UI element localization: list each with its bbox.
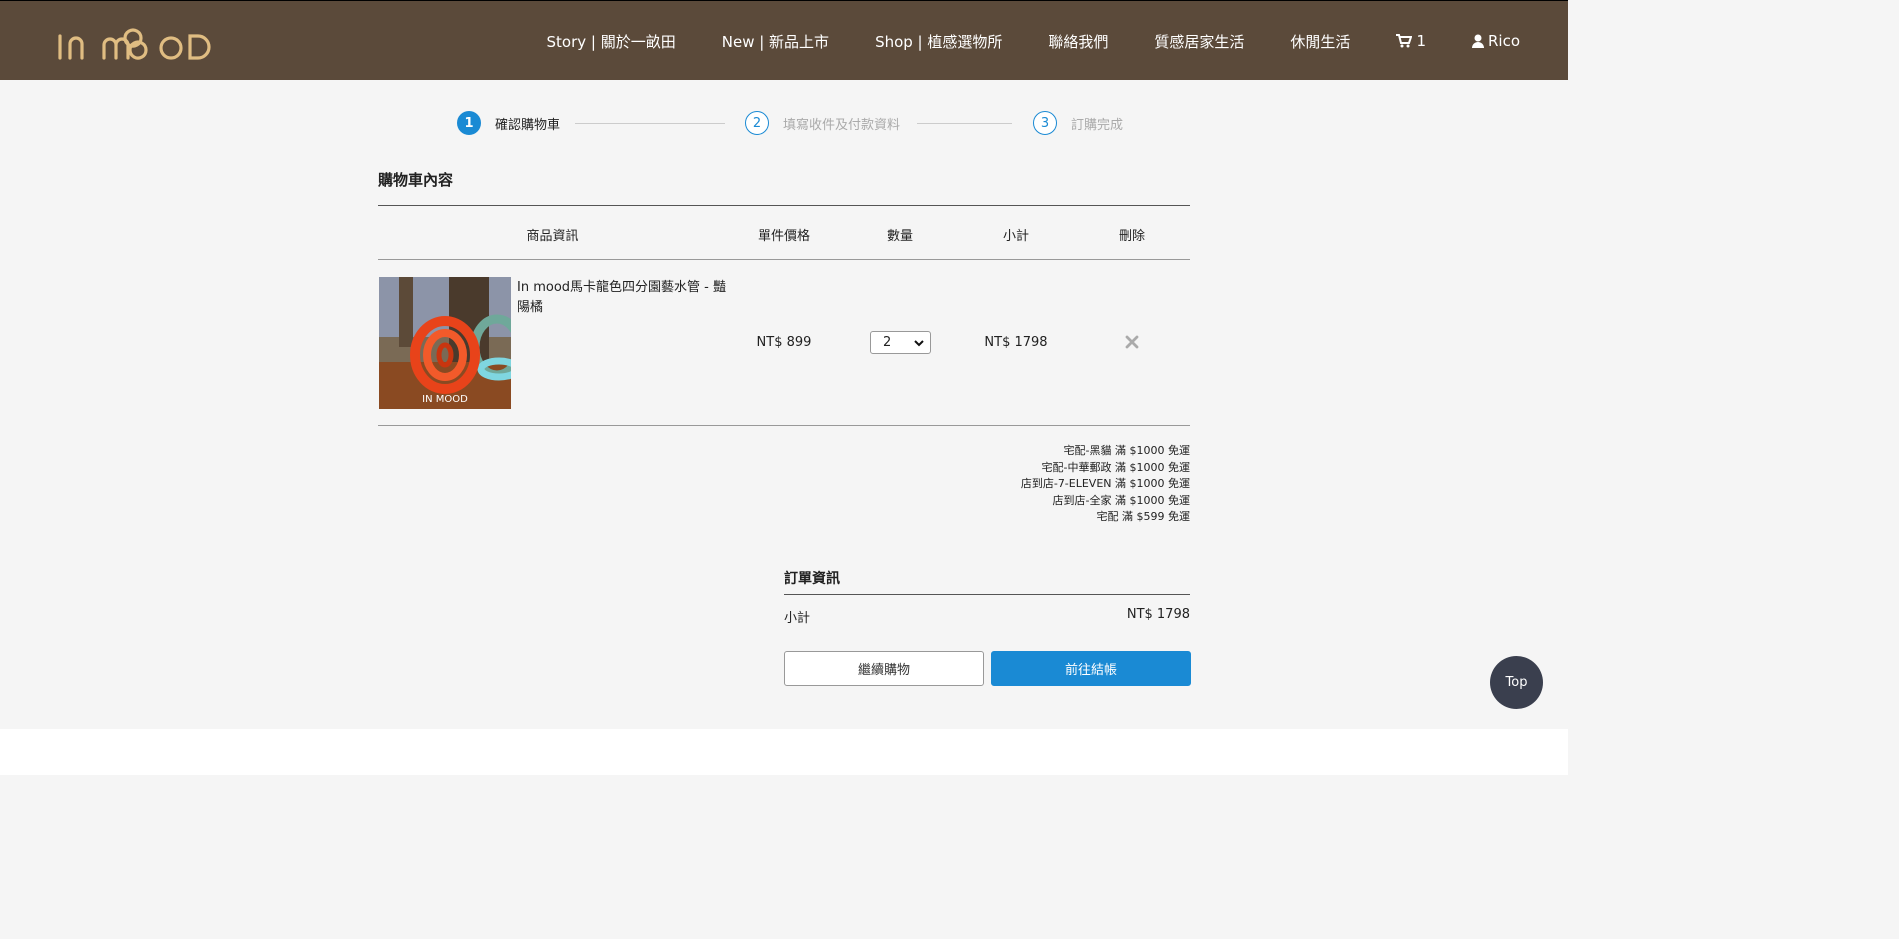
step-2: 2 填寫收件及付款資料 [745, 111, 900, 135]
cart-count: 1 [1416, 32, 1426, 50]
divider [378, 425, 1190, 426]
image-watermark: IN MOOD [422, 394, 468, 405]
shipping-note: 宅配-中華郵政 滿 $1000 免運 [1041, 460, 1190, 474]
shipping-notes: 宅配-黑貓 滿 $1000 免運 宅配-中華郵政 滿 $1000 免運 店到店-… [1021, 443, 1190, 526]
shipping-note: 店到店-7-ELEVEN 滿 $1000 免運 [1020, 477, 1190, 490]
quantity-value: 2 [883, 335, 892, 350]
step-label: 填寫收件及付款資料 [783, 117, 901, 133]
shipping-note: 宅配-黑貓 滿 $1000 免運 [1063, 444, 1190, 457]
back-to-top-button[interactable]: Top [1490, 656, 1543, 709]
logo-wordmark [58, 28, 211, 60]
divider [784, 594, 1190, 595]
nav-shop[interactable]: Shop | 植感選物所 [875, 31, 1002, 52]
site-header: Story | 關於一畝田 New | 新品上市 Shop | 植感選物所 聯絡… [0, 0, 1568, 80]
step-label: 確認購物車 [495, 117, 561, 133]
nav-cart[interactable]: 1 [1396, 32, 1426, 50]
unit-price: NT$ 899 [756, 335, 812, 350]
nav-new[interactable]: New | 新品上市 [722, 31, 829, 52]
step-connector [575, 123, 725, 124]
checkout-button[interactable]: 前往結帳 [991, 651, 1191, 686]
divider [378, 259, 1190, 260]
product-image[interactable]: IN MOOD [379, 277, 511, 409]
site-footer [0, 729, 1568, 775]
logo[interactable] [56, 28, 226, 62]
col-subtotal: 小計 [1002, 229, 1029, 244]
step-1: 1 確認購物車 [457, 111, 560, 135]
order-info-title: 訂單資訊 [784, 571, 840, 587]
nav-story[interactable]: Story | 關於一畝田 [547, 31, 676, 52]
step-number: 3 [1033, 111, 1057, 135]
continue-shopping-button[interactable]: 繼續購物 [784, 651, 984, 686]
step-connector [917, 123, 1012, 124]
main-nav: Story | 關於一畝田 New | 新品上市 Shop | 植感選物所 聯絡… [501, 1, 1520, 81]
step-number: 2 [745, 111, 769, 135]
step-label: 訂購完成 [1071, 117, 1124, 133]
checkout-stepper: 1 確認購物車 2 填寫收件及付款資料 3 訂購完成 [457, 111, 1137, 135]
chevron-down-icon [914, 340, 924, 347]
subtotal-value: NT$ 1798 [1126, 607, 1190, 622]
quantity-select[interactable]: 2 [870, 331, 931, 354]
user-name: Rico [1487, 32, 1520, 50]
shipping-note: 店到店-全家 滿 $1000 免運 [1052, 493, 1190, 507]
col-product-info: 商品資訊 [526, 229, 579, 244]
nav-user[interactable]: Rico [1471, 32, 1520, 50]
nav-contact[interactable]: 聯絡我們 [1048, 31, 1108, 52]
cart-icon [1396, 34, 1413, 48]
nav-leisure[interactable]: 休閒生活 [1290, 31, 1350, 52]
col-unit-price: 單件價格 [757, 229, 810, 244]
col-delete: 刪除 [1118, 229, 1145, 244]
shipping-note: 宅配 滿 $599 免運 [1096, 510, 1190, 523]
delete-item-button[interactable] [1124, 334, 1140, 350]
nav-home-living[interactable]: 質感居家生活 [1154, 31, 1244, 52]
step-3: 3 訂購完成 [1033, 111, 1123, 135]
cart-title: 購物車內容 [378, 171, 454, 189]
subtotal-label: 小計 [784, 611, 811, 626]
close-icon [1125, 335, 1139, 349]
divider [378, 205, 1190, 206]
col-quantity: 數量 [886, 229, 913, 244]
product-name[interactable]: In mood馬卡龍色四分園藝水管 - 豔陽橘 [517, 278, 732, 318]
user-icon [1471, 34, 1484, 48]
product-photo: IN MOOD [379, 277, 511, 409]
step-number: 1 [457, 111, 481, 135]
line-subtotal: NT$ 1798 [984, 335, 1048, 350]
